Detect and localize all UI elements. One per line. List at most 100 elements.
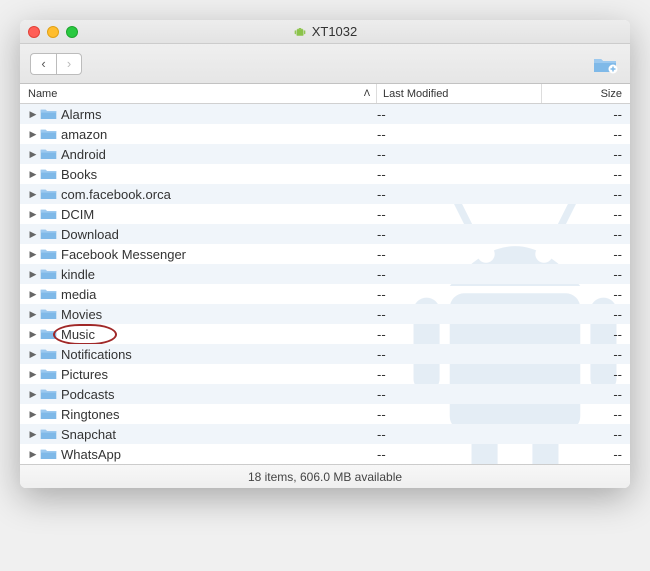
disclosure-triangle-icon[interactable]: ▶ [26, 389, 40, 400]
table-row[interactable]: ▶ Books---- [20, 164, 630, 184]
item-size: -- [542, 407, 630, 422]
table-row[interactable]: ▶ Android---- [20, 144, 630, 164]
new-folder-icon [592, 54, 618, 74]
table-row[interactable]: ▶ Download---- [20, 224, 630, 244]
table-row[interactable]: ▶ Ringtones---- [20, 404, 630, 424]
columns-header: Name ᐱ Last Modified Size [20, 84, 630, 104]
disclosure-triangle-icon[interactable]: ▶ [26, 209, 40, 220]
folder-icon [40, 307, 57, 321]
item-name: Movies [61, 307, 377, 322]
item-name: kindle [61, 267, 377, 282]
item-modified: -- [377, 107, 542, 122]
disclosure-triangle-icon[interactable]: ▶ [26, 149, 40, 160]
item-modified: -- [377, 147, 542, 162]
item-name: WhatsApp [61, 447, 377, 462]
item-size: -- [542, 247, 630, 262]
item-size: -- [542, 287, 630, 302]
item-modified: -- [377, 327, 542, 342]
item-size: -- [542, 387, 630, 402]
disclosure-triangle-icon[interactable]: ▶ [26, 249, 40, 260]
item-modified: -- [377, 207, 542, 222]
disclosure-triangle-icon[interactable]: ▶ [26, 269, 40, 280]
item-modified: -- [377, 447, 542, 462]
table-row[interactable]: ▶ Music---- [20, 324, 630, 344]
finder-window: XT1032 ‹ › Name ᐱ Last Modified Size [20, 20, 630, 488]
item-name: DCIM [61, 207, 377, 222]
status-text: 18 items, 606.0 MB available [248, 470, 402, 484]
disclosure-triangle-icon[interactable]: ▶ [26, 449, 40, 460]
toolbar: ‹ › [20, 44, 630, 84]
item-modified: -- [377, 247, 542, 262]
item-modified: -- [377, 167, 542, 182]
folder-icon [40, 287, 57, 301]
table-row[interactable]: ▶ Alarms---- [20, 104, 630, 124]
item-modified: -- [377, 227, 542, 242]
item-name: Snapchat [61, 427, 377, 442]
table-row[interactable]: ▶ Podcasts---- [20, 384, 630, 404]
table-row[interactable]: ▶ Snapchat---- [20, 424, 630, 444]
disclosure-triangle-icon[interactable]: ▶ [26, 229, 40, 240]
column-name[interactable]: Name ᐱ [20, 84, 377, 103]
item-name: Ringtones [61, 407, 377, 422]
item-modified: -- [377, 267, 542, 282]
table-row[interactable]: ▶ Movies---- [20, 304, 630, 324]
file-list[interactable]: ▶ Alarms----▶ amazon----▶ Android----▶ B… [20, 104, 630, 464]
item-size: -- [542, 167, 630, 182]
column-modified[interactable]: Last Modified [377, 84, 542, 103]
column-name-label: Name [28, 88, 57, 100]
back-button[interactable]: ‹ [30, 53, 56, 75]
column-size[interactable]: Size [542, 84, 630, 103]
item-modified: -- [377, 187, 542, 202]
folder-icon [40, 367, 57, 381]
disclosure-triangle-icon[interactable]: ▶ [26, 309, 40, 320]
table-row[interactable]: ▶ com.facebook.orca---- [20, 184, 630, 204]
item-name: Music [61, 327, 377, 342]
android-icon [293, 25, 307, 39]
table-row[interactable]: ▶ Notifications---- [20, 344, 630, 364]
disclosure-triangle-icon[interactable]: ▶ [26, 329, 40, 340]
close-icon[interactable] [28, 26, 40, 38]
disclosure-triangle-icon[interactable]: ▶ [26, 429, 40, 440]
item-name: Podcasts [61, 387, 377, 402]
statusbar: 18 items, 606.0 MB available [20, 464, 630, 488]
item-size: -- [542, 427, 630, 442]
table-row[interactable]: ▶ media---- [20, 284, 630, 304]
disclosure-triangle-icon[interactable]: ▶ [26, 369, 40, 380]
item-name: com.facebook.orca [61, 187, 377, 202]
item-name: Books [61, 167, 377, 182]
disclosure-triangle-icon[interactable]: ▶ [26, 109, 40, 120]
table-row[interactable]: ▶ Pictures---- [20, 364, 630, 384]
window-title: XT1032 [20, 24, 630, 39]
table-row[interactable]: ▶ amazon---- [20, 124, 630, 144]
item-name: Download [61, 227, 377, 242]
item-modified: -- [377, 307, 542, 322]
maximize-icon[interactable] [66, 26, 78, 38]
table-row[interactable]: ▶ Facebook Messenger---- [20, 244, 630, 264]
new-folder-button[interactable] [590, 53, 620, 75]
item-modified: -- [377, 387, 542, 402]
disclosure-triangle-icon[interactable]: ▶ [26, 169, 40, 180]
forward-button[interactable]: › [56, 53, 82, 75]
item-modified: -- [377, 287, 542, 302]
folder-icon [40, 107, 57, 121]
disclosure-triangle-icon[interactable]: ▶ [26, 409, 40, 420]
minimize-icon[interactable] [47, 26, 59, 38]
disclosure-triangle-icon[interactable]: ▶ [26, 289, 40, 300]
item-name: Android [61, 147, 377, 162]
item-size: -- [542, 127, 630, 142]
table-row[interactable]: ▶ kindle---- [20, 264, 630, 284]
disclosure-triangle-icon[interactable]: ▶ [26, 189, 40, 200]
folder-icon [40, 387, 57, 401]
folder-icon [40, 407, 57, 421]
table-row[interactable]: ▶ DCIM---- [20, 204, 630, 224]
window-controls [28, 26, 78, 38]
column-modified-label: Last Modified [383, 88, 448, 100]
disclosure-triangle-icon[interactable]: ▶ [26, 129, 40, 140]
item-name: media [61, 287, 377, 302]
titlebar[interactable]: XT1032 [20, 20, 630, 44]
table-row[interactable]: ▶ WhatsApp---- [20, 444, 630, 464]
folder-icon [40, 167, 57, 181]
disclosure-triangle-icon[interactable]: ▶ [26, 349, 40, 360]
folder-icon [40, 447, 57, 461]
folder-icon [40, 327, 57, 341]
